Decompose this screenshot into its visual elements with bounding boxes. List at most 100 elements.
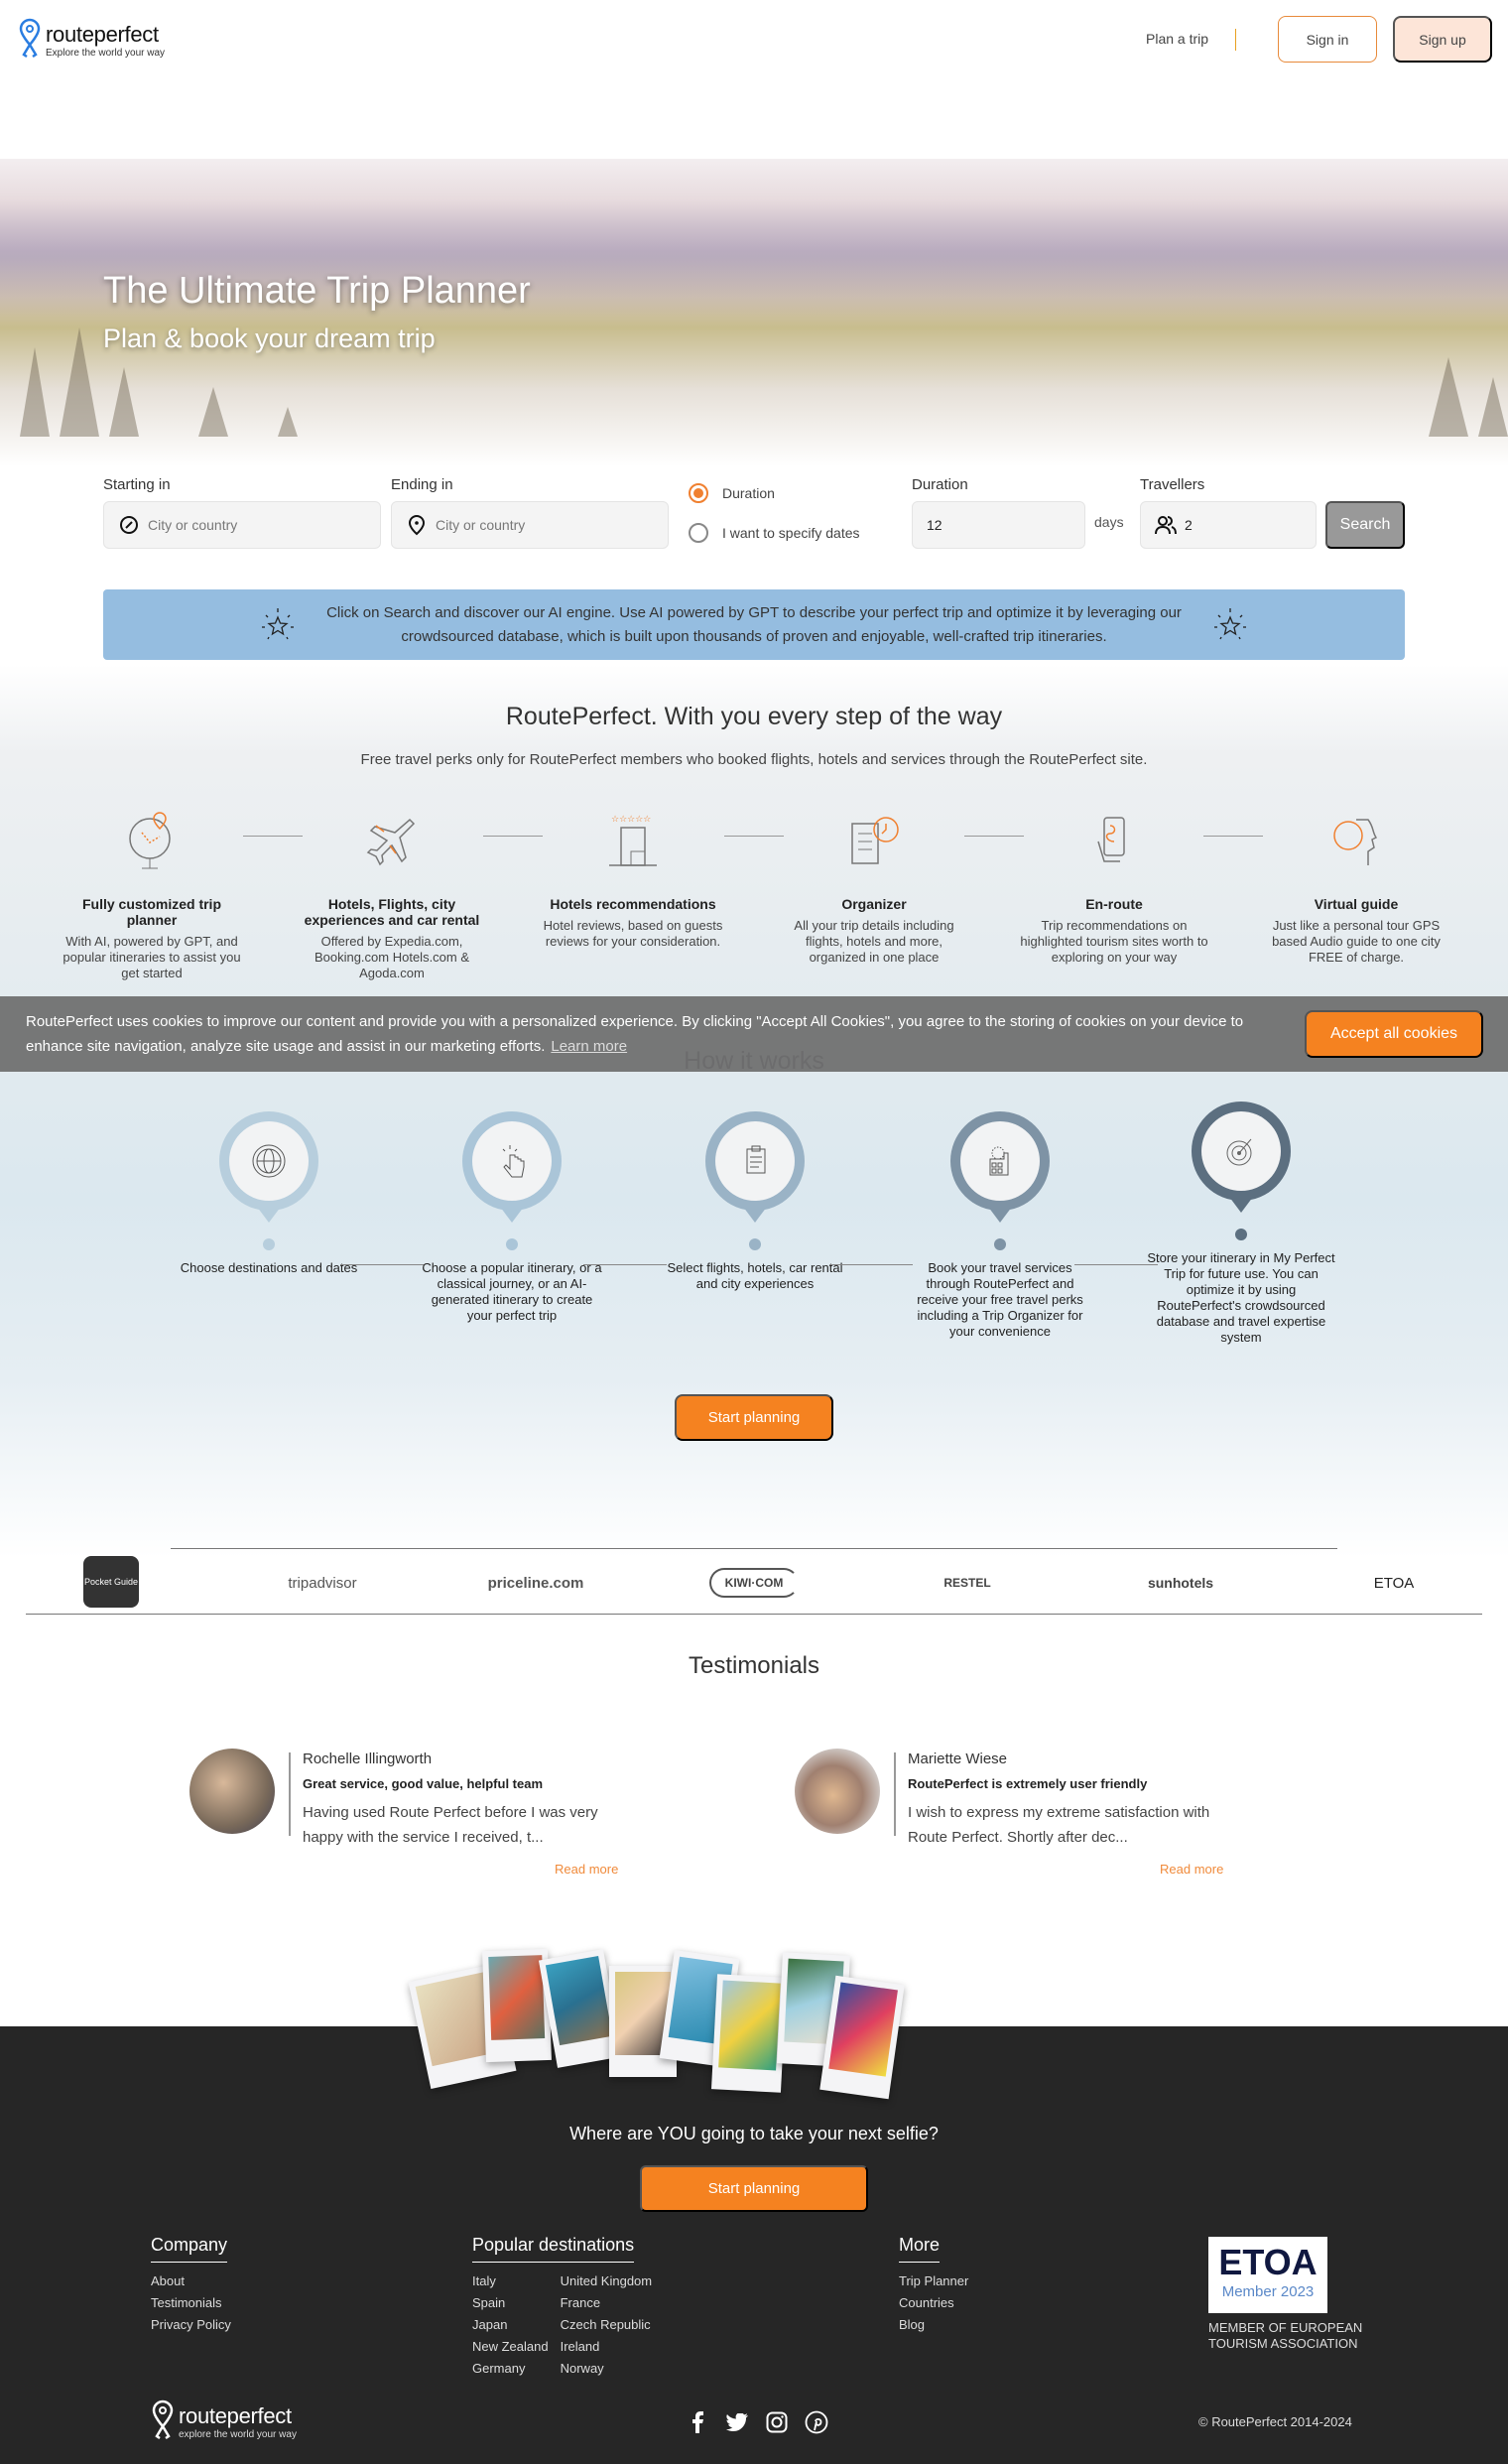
step-connector — [583, 1264, 667, 1265]
starting-input[interactable]: City or country — [103, 501, 381, 549]
checklist-clock-icon — [780, 807, 968, 876]
perk-title: En-route — [1085, 896, 1143, 912]
perk-connector — [964, 836, 1024, 837]
step-item: Choose a popular itinerary, or a classic… — [418, 1111, 606, 1324]
perk-title: Fully customized trip planner — [81, 896, 221, 928]
tap-hand-icon — [472, 1121, 552, 1201]
compass-icon — [118, 514, 140, 536]
ai-banner-text: Click on Search and discover our AI engi… — [326, 603, 1182, 645]
phone-route-icon — [1020, 807, 1208, 876]
testimonial-headline: RoutePerfect is extremely user friendly — [908, 1776, 1148, 1791]
partner-logo-kiwi: KIWI·COM — [709, 1568, 799, 1598]
perk-desc: Hotel reviews, based on guests reviews f… — [543, 918, 723, 949]
partners-divider-bottom — [26, 1614, 1482, 1615]
hotel-icon: ☆☆☆☆☆ — [539, 807, 727, 876]
pinterest-icon[interactable] — [804, 2409, 829, 2435]
radio-duration[interactable]: Duration — [689, 483, 775, 503]
perk-connector — [1203, 836, 1263, 837]
airplane-icon — [298, 807, 486, 876]
footer-dest-link[interactable]: Norway — [561, 2358, 653, 2380]
step-connector — [1074, 1264, 1158, 1265]
read-more-link[interactable]: Read more — [1160, 1862, 1223, 1877]
step-connector — [829, 1264, 913, 1265]
footer-dest-link[interactable]: Italy — [472, 2270, 549, 2292]
footer-link-trip-planner[interactable]: Trip Planner — [899, 2270, 968, 2292]
map-pin-icon — [406, 514, 428, 536]
partner-logo-sunhotels: sunhotels — [1147, 1575, 1214, 1591]
perk-title: Organizer — [841, 896, 907, 912]
footer-dest-link[interactable]: Czech Republic — [561, 2314, 653, 2336]
footer-dest-link[interactable]: Germany — [472, 2358, 549, 2380]
footer-dest-link[interactable]: New Zealand — [472, 2336, 549, 2358]
footer-dest-link[interactable]: France — [561, 2292, 653, 2314]
ending-input[interactable]: City or country — [391, 501, 669, 549]
clipboard-icon — [715, 1121, 795, 1201]
footer-dest-link[interactable]: United Kingdom — [561, 2270, 653, 2292]
testimonial-body: I wish to express my extreme satisfactio… — [908, 1804, 1210, 1846]
travellers-input[interactable]: 2 — [1140, 501, 1317, 549]
perk-item: Organizer All your trip details includin… — [780, 807, 968, 966]
footer-heading: Company — [151, 2235, 228, 2263]
perk-desc: Trip recommendations on highlighted tour… — [1020, 918, 1208, 965]
search-button[interactable]: Search — [1325, 501, 1405, 549]
footer-dest-link[interactable]: Ireland — [561, 2336, 653, 2358]
footer-dest-link[interactable]: Japan — [472, 2314, 549, 2336]
step-text: Store your itinerary in My Perfect Trip … — [1147, 1250, 1335, 1345]
travellers-value: 2 — [1185, 517, 1193, 533]
perk-item: ☆☆☆☆☆ Hotels recommendations Hotel revie… — [539, 807, 727, 950]
facebook-icon[interactable] — [685, 2409, 710, 2435]
ending-label: Ending in — [391, 476, 453, 493]
radio-indicator — [689, 523, 708, 543]
days-label: days — [1094, 514, 1124, 530]
partners-divider-top — [171, 1548, 1337, 1549]
footer-link-privacy[interactable]: Privacy Policy — [151, 2314, 231, 2336]
step-text: Book your travel services through RouteP… — [917, 1260, 1083, 1339]
footer-start-planning-button[interactable]: Start planning — [640, 2165, 868, 2212]
step-text: Select flights, hotels, car rental and c… — [667, 1260, 843, 1291]
accept-cookies-button[interactable]: Accept all cookies — [1305, 1010, 1483, 1058]
avatar — [795, 1749, 880, 1834]
radio-specify-dates[interactable]: I want to specify dates — [689, 523, 860, 543]
footer-link-about[interactable]: About — [151, 2270, 231, 2292]
partner-logo-priceline: priceline.com — [487, 1574, 584, 1592]
step-pin — [950, 1111, 1050, 1231]
read-more-link[interactable]: Read more — [555, 1862, 618, 1877]
twitter-icon[interactable] — [724, 2409, 750, 2435]
testimonial-headline: Great service, good value, helpful team — [303, 1776, 544, 1791]
duration-value: 12 — [927, 517, 942, 533]
footer-link-testimonials[interactable]: Testimonials — [151, 2292, 231, 2314]
cookie-message: RoutePerfect uses cookies to improve our… — [26, 1013, 1244, 1055]
copyright: © RoutePerfect 2014-2024 — [1198, 2414, 1352, 2429]
perk-connector — [724, 836, 784, 837]
perk-item: Virtual guide Just like a personal tour … — [1262, 807, 1450, 966]
perk-title: Hotels, Flights, city experiences and ca… — [304, 896, 480, 928]
footer-dest-link[interactable]: Spain — [472, 2292, 549, 2314]
start-planning-button[interactable]: Start planning — [675, 1394, 833, 1441]
footer-logo[interactable]: routeperfect explore the world your way — [151, 2399, 297, 2443]
learn-more-link[interactable]: Learn more — [551, 1038, 627, 1055]
step-pin — [462, 1111, 562, 1231]
footer-more-column: More Trip Planner Countries Blog — [899, 2235, 968, 2336]
logo-name: routeperfect — [46, 22, 159, 47]
perk-desc: Just like a personal tour GPS based Audi… — [1272, 918, 1441, 965]
duration-input[interactable]: 12 — [912, 501, 1085, 549]
footer-heading: Popular destinations — [472, 2235, 635, 2263]
speaking-head-icon — [1262, 807, 1450, 876]
radio-dates-label: I want to specify dates — [722, 525, 860, 541]
radio-selected-indicator — [689, 483, 708, 503]
testimonial-name: Rochelle Illingworth — [303, 1751, 433, 1767]
sign-in-button[interactable]: Sign in — [1278, 16, 1377, 63]
sign-up-button[interactable]: Sign up — [1393, 16, 1492, 63]
step-item: Choose destinations and dates — [175, 1111, 363, 1276]
step-dot — [994, 1238, 1006, 1250]
logo[interactable]: routeperfect Explore the world your way — [18, 18, 165, 62]
nav-plan-a-trip[interactable]: Plan a trip — [1146, 31, 1208, 47]
footer-link-blog[interactable]: Blog — [899, 2314, 968, 2336]
globe-icon — [229, 1121, 309, 1201]
footer-link-countries[interactable]: Countries — [899, 2292, 968, 2314]
location-pin-icon — [152, 2399, 174, 2440]
step-item: Store your itinerary in My Perfect Trip … — [1147, 1102, 1335, 1346]
step-connector — [340, 1264, 424, 1265]
instagram-icon[interactable] — [764, 2409, 790, 2435]
step-pin — [1192, 1102, 1291, 1221]
